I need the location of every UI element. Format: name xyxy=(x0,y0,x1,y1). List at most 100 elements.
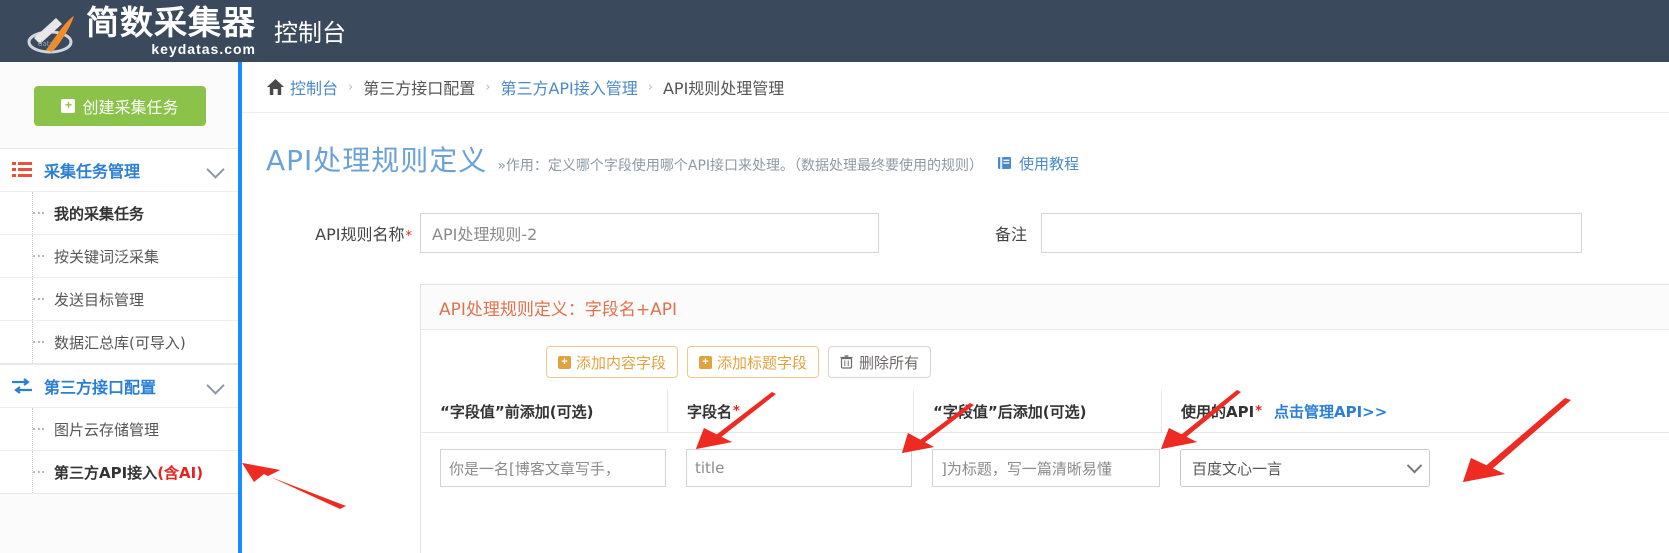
add-content-field-button[interactable]: + 添加内容字段 xyxy=(546,346,679,378)
main-content: 控制台 › 第三方接口配置 › 第三方API接入管理 › API规则处理管理 A… xyxy=(242,62,1669,553)
tree-dash xyxy=(33,341,44,343)
sidebar-group-label-third-party: 第三方接口配置 xyxy=(44,378,157,397)
rule-name-input[interactable]: API处理规则-2 xyxy=(420,213,879,253)
breadcrumb-separator: › xyxy=(485,79,491,95)
column-header-suffix: “字段值”后添加(可选) xyxy=(913,390,1161,432)
suffix-input[interactable]: ]为标题，写一篇清晰易懂 xyxy=(932,449,1160,487)
console-title: 控制台 xyxy=(274,18,346,47)
column-header-api: 使用的API * 点击管理API>> xyxy=(1161,390,1521,432)
exchange-icon xyxy=(0,378,44,394)
sidebar-group-header-third-party[interactable]: 第三方接口配置 xyxy=(0,365,240,407)
tutorial-link[interactable]: 使用教程 xyxy=(997,153,1079,174)
page-title: API处理规则定义 xyxy=(266,144,488,177)
sidebar-group-header-collection-tasks[interactable]: 采集任务管理 xyxy=(0,149,240,191)
panel-toolbar: + 添加内容字段 + 添加标题字段 删除所有 xyxy=(421,330,1669,378)
tree-dash xyxy=(33,212,44,214)
logo-title-en: keydatas.com xyxy=(151,41,256,57)
rule-name-label: API规则名称* xyxy=(266,221,412,245)
list-icon xyxy=(0,162,44,178)
required-marker: * xyxy=(733,403,740,419)
top-header-bar: data 简数采集器 keydatas.com 控制台 xyxy=(0,0,1669,62)
breadcrumb-separator: › xyxy=(647,79,653,95)
breadcrumb-item-third-party-config[interactable]: 第三方接口配置 xyxy=(363,75,475,99)
tree-dash xyxy=(33,255,44,257)
column-header-api-text: 使用的API xyxy=(1181,402,1255,421)
sidebar-item-keyword-collection[interactable]: 按关键词泛采集 xyxy=(0,234,240,277)
sidebar-item-image-cloud-storage[interactable]: 图片云存储管理 xyxy=(0,407,240,450)
chevron-down-icon xyxy=(1406,457,1423,473)
column-header-field-name-text: 字段名 xyxy=(687,402,733,421)
sidebar-item-third-party-api[interactable]: 第三方API接入 (含AI) xyxy=(0,450,240,493)
book-icon xyxy=(997,156,1013,170)
rule-name-label-text: API规则名称 xyxy=(315,225,405,244)
column-header-field-name: 字段名 * xyxy=(667,390,913,432)
sidebar-item-my-tasks[interactable]: 我的采集任务 xyxy=(0,191,240,234)
cell-api: 百度文心一言 xyxy=(1161,449,1521,487)
plus-square-icon: + xyxy=(558,355,571,369)
api-select-value: 百度文心一言 xyxy=(1192,459,1283,478)
logo-title-cn: 简数采集器 xyxy=(86,3,256,42)
create-collection-task-label: 创建采集任务 xyxy=(82,98,179,117)
sidebar-item-ai-tag: (含AI) xyxy=(157,463,204,482)
delete-all-button[interactable]: 删除所有 xyxy=(828,346,932,378)
add-content-field-label: 添加内容字段 xyxy=(576,353,667,372)
api-rule-definition-panel: API处理规则定义：字段名+API + 添加内容字段 + 添加标题字段 删除所有… xyxy=(420,284,1669,553)
tree-dash xyxy=(33,298,44,300)
sidebar-item-label: 我的采集任务 xyxy=(54,204,145,223)
create-collection-task-button[interactable]: + 创建采集任务 xyxy=(34,86,206,126)
remark-label: 备注 xyxy=(995,225,1028,244)
sidebar-item-label: 数据汇总库(可导入) xyxy=(54,333,186,352)
plus-square-icon: + xyxy=(699,355,713,369)
add-title-field-button[interactable]: + 添加标题字段 xyxy=(687,346,820,378)
chevron-down-icon[interactable] xyxy=(206,160,225,179)
breadcrumb-item-api-rule-mgmt: API规则处理管理 xyxy=(662,79,785,98)
cell-field-name: title xyxy=(667,449,913,487)
sidebar-group-third-party: 第三方接口配置 图片云存储管理 第三方API接入 (含AI) xyxy=(0,364,240,494)
sidebar-group-collection-tasks: 采集任务管理 我的采集任务 按关键词泛采集 发送目标管理 数据汇总库(可导入) xyxy=(0,148,240,364)
table-header-row: “字段值”前添加(可选) 字段名 * “字段值”后添加(可选) 使用的API * 点… xyxy=(421,390,1669,433)
sidebar-item-send-target[interactable]: 发送目标管理 xyxy=(0,277,240,320)
remark-input[interactable] xyxy=(1041,213,1583,253)
breadcrumb-item-api-access[interactable]: 第三方API接入管理 xyxy=(500,75,637,99)
page-description: »作用：定义哪个字段使用哪个API接口来处理。（数据处理最终要使用的规则） xyxy=(497,158,984,174)
trash-icon xyxy=(840,355,853,369)
breadcrumb: 控制台 › 第三方接口配置 › 第三方API接入管理 › API规则处理管理 xyxy=(242,62,1669,113)
tutorial-link-label: 使用教程 xyxy=(1019,154,1080,173)
sidebar-item-data-repository[interactable]: 数据汇总库(可导入) xyxy=(0,320,240,363)
chevron-down-icon[interactable] xyxy=(206,376,225,395)
sidebar-item-label: 发送目标管理 xyxy=(54,290,145,309)
required-marker: * xyxy=(1255,403,1262,419)
svg-text:data: data xyxy=(38,40,54,48)
sidebar-item-label: 第三方API接入 xyxy=(54,463,158,482)
sidebar-group-label-collection-tasks: 采集任务管理 xyxy=(44,162,141,181)
app-logo[interactable]: data 简数采集器 keydatas.com xyxy=(26,6,256,56)
home-icon[interactable] xyxy=(266,78,285,96)
required-marker: * xyxy=(405,229,413,244)
column-header-prefix-text: “字段值”前添加(可选) xyxy=(440,402,594,421)
column-header-prefix: “字段值”前添加(可选) xyxy=(421,390,667,432)
app-root: data 简数采集器 keydatas.com 控制台 + 创建采集任务 采集任… xyxy=(0,0,1669,553)
tree-dash xyxy=(33,428,44,430)
breadcrumb-separator: › xyxy=(348,79,354,95)
cell-suffix: ]为标题，写一篇清晰易懂 xyxy=(913,449,1161,487)
sidebar: + 创建采集任务 采集任务管理 我的采集任务 按关键词泛采集 发送目标管理 数据… xyxy=(0,62,241,553)
sidebar-item-label: 图片云存储管理 xyxy=(54,420,160,439)
delete-all-label: 删除所有 xyxy=(859,353,920,372)
field-name-input[interactable]: title xyxy=(686,449,912,487)
api-rule-table: “字段值”前添加(可选) 字段名 * “字段值”后添加(可选) 使用的API * 点… xyxy=(421,390,1669,487)
plus-icon: + xyxy=(61,99,76,113)
tree-dash xyxy=(33,471,44,473)
breadcrumb-item-console[interactable]: 控制台 xyxy=(290,75,338,99)
sidebar-item-label: 按关键词泛采集 xyxy=(54,247,160,266)
prefix-input[interactable]: 你是一名[博客文章写手， xyxy=(440,449,666,487)
rule-meta-row: API规则名称* API处理规则-2 备注 xyxy=(242,213,1669,253)
manage-api-link[interactable]: 点击管理API>> xyxy=(1274,401,1387,422)
add-title-field-label: 添加标题字段 xyxy=(717,353,808,372)
table-row: 你是一名[博客文章写手， title ]为标题，写一篇清晰易懂 百度文心一言 xyxy=(421,433,1669,487)
api-select[interactable]: 百度文心一言 xyxy=(1180,449,1430,487)
panel-legend: API处理规则定义：字段名+API xyxy=(421,285,1669,330)
page-header: API处理规则定义 »作用：定义哪个字段使用哪个API接口来处理。（数据处理最终… xyxy=(242,113,1669,179)
column-header-suffix-text: “字段值”后添加(可选) xyxy=(933,402,1087,421)
cell-prefix: 你是一名[博客文章写手， xyxy=(421,449,667,487)
keydatas-logo-icon: data xyxy=(26,12,82,56)
